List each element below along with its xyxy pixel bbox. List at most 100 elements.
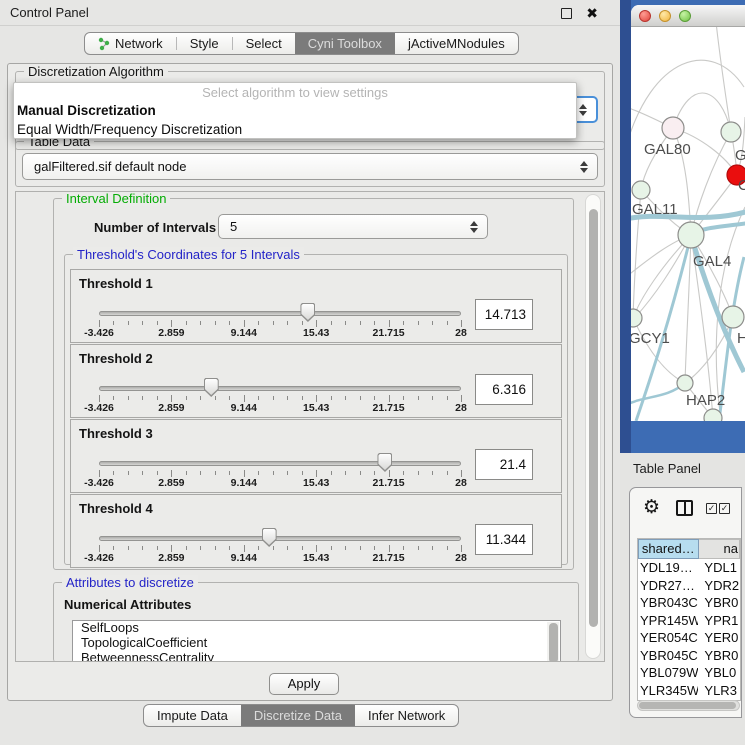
tab-select[interactable]: Select xyxy=(233,33,295,54)
control-panel-titlebar: Control Panel ✖ xyxy=(0,0,620,26)
node-label-partial-ga: GA xyxy=(735,147,745,164)
slider-track[interactable] xyxy=(99,311,461,316)
tab-label: Style xyxy=(190,33,219,54)
tick-label: 21.715 xyxy=(373,552,405,564)
tab-discretize-data[interactable]: Discretize Data xyxy=(241,705,355,726)
node-attribute-table[interactable]: shared… na YDL19…YDL1YDR27…YDR2YBR043CYB… xyxy=(637,538,741,701)
tick-label: 28 xyxy=(455,477,467,489)
checkbox-icon[interactable]: ✓ xyxy=(706,503,717,514)
node-h[interactable] xyxy=(722,306,744,328)
bottom-tab-strip: Impute DataDiscretize Data Infer Network xyxy=(143,704,459,727)
number-of-intervals-combobox[interactable]: 5 xyxy=(218,214,488,239)
algorithm-dropdown-popup: Select algorithm to view settings Manual… xyxy=(13,82,577,139)
threshold-value-field[interactable]: 14.713 xyxy=(475,299,533,330)
cell-shared-name: YDL19… xyxy=(638,559,698,577)
tick-label: -3.426 xyxy=(84,402,114,414)
attributes-group-label: Attributes to discretize xyxy=(62,575,198,590)
discretization-algorithm-label: Discretization Algorithm xyxy=(24,64,168,79)
tick-label: 15.43 xyxy=(303,477,329,489)
tick-label: -3.426 xyxy=(84,552,114,564)
cell-shared-name: YER054C xyxy=(638,629,698,647)
threshold-value-field[interactable]: 11.344 xyxy=(475,524,533,555)
node-hap2[interactable] xyxy=(677,375,693,391)
column-header-shared-name[interactable]: shared… xyxy=(638,539,699,559)
table-row[interactable]: YDL19…YDL1 xyxy=(638,559,740,577)
node-label-gal4: GAL4 xyxy=(693,253,731,270)
combo-stepper-icon xyxy=(579,104,588,116)
attributes-scrollbar[interactable] xyxy=(547,622,559,662)
float-window-icon[interactable] xyxy=(561,8,572,19)
settings-scroll-panel: Interval Definition Number of Intervals … xyxy=(15,191,605,662)
node-partial-top[interactable] xyxy=(721,122,741,142)
node-gal11[interactable] xyxy=(632,181,650,199)
cell-shared-name: YBR045C xyxy=(638,647,698,665)
table-rows: YDL19…YDL1YDR27…YDR2YBR043CYBR0YPR145WYP… xyxy=(638,559,740,701)
threshold-value-field[interactable]: 21.4 xyxy=(475,449,533,480)
table-row[interactable]: YPR145WYPR1 xyxy=(638,612,740,630)
table-data-combobox[interactable]: galFiltered.sif default node xyxy=(22,153,598,180)
gear-icon[interactable]: ⚙ xyxy=(643,497,660,519)
threshold-4-panel: Threshold 4-3.4262.8599.14415.4321.71528… xyxy=(70,494,562,568)
node-gal4[interactable] xyxy=(678,222,704,248)
table-row[interactable]: YBL079WYBL0 xyxy=(638,664,740,682)
attribute-item[interactable]: TopologicalCoefficient xyxy=(73,636,560,651)
close-icon[interactable]: ✖ xyxy=(586,4,598,22)
dropdown-item-manual[interactable]: Manual Discretization xyxy=(14,101,576,120)
tab-impute-data[interactable]: Impute Data xyxy=(144,705,241,726)
table-data-value: galFiltered.sif default node xyxy=(34,159,186,174)
tick-label: 28 xyxy=(455,402,467,414)
tab-style[interactable]: Style xyxy=(177,33,232,54)
table-horizontal-scrollbar[interactable] xyxy=(637,700,740,711)
slider-track[interactable] xyxy=(99,386,461,391)
table-row[interactable]: YDR27…YDR2 xyxy=(638,577,740,595)
slider-track[interactable] xyxy=(99,536,461,541)
minimize-traffic-light-icon[interactable] xyxy=(659,10,671,22)
tab-jactivemnodules[interactable]: jActiveMNodules xyxy=(395,33,518,54)
panel-title: Control Panel xyxy=(10,0,89,26)
table-panel-window: ⚙ ✓ ✓ shared… na YDL19…YDL1YDR27…YDR2YBR… xyxy=(629,487,742,718)
tab-cyni-toolbox[interactable]: Cyni Toolbox xyxy=(295,33,395,54)
table-header-row: shared… na xyxy=(638,539,740,559)
slider-track[interactable] xyxy=(99,461,461,466)
zoom-traffic-light-icon[interactable] xyxy=(679,10,691,22)
attribute-item[interactable]: BetweennessCentrality xyxy=(73,651,560,662)
cell-name: YBL0 xyxy=(698,664,740,682)
table-data-group: Table Data galFiltered.sif default node xyxy=(15,141,605,187)
threshold-label: Threshold 4 xyxy=(79,501,153,516)
numerical-attributes-list[interactable]: SelfLoopsTopologicalCoefficientBetweenne… xyxy=(72,620,561,662)
threshold-3-panel: Threshold 3-3.4262.8599.14415.4321.71528… xyxy=(70,419,562,493)
close-traffic-light-icon[interactable] xyxy=(639,10,651,22)
node-bottom[interactable] xyxy=(704,409,722,421)
dropdown-item-equal-width[interactable]: Equal Width/Frequency Discretization xyxy=(14,120,576,139)
thresholds-group-label: Threshold's Coordinates for 5 Intervals xyxy=(73,247,304,262)
network-window-titlebar xyxy=(631,5,745,27)
tick-label: 2.859 xyxy=(158,402,184,414)
cell-name: YLR3 xyxy=(698,682,740,700)
table-row[interactable]: YLR345WYLR3 xyxy=(638,682,740,700)
network-canvas[interactable]: GAL80 GA C GAL11 GAL4 GCY1 H HAP2 xyxy=(631,27,745,421)
table-row[interactable]: YER054CYER0 xyxy=(638,629,740,647)
split-columns-icon[interactable] xyxy=(676,500,693,516)
threshold-2-panel: Threshold 2-3.4262.8599.14415.4321.71528… xyxy=(70,344,562,418)
tick-label: 15.43 xyxy=(303,327,329,339)
attribute-item[interactable]: SelfLoops xyxy=(73,621,560,636)
tick-label: -3.426 xyxy=(84,327,114,339)
threshold-value-field[interactable]: 6.316 xyxy=(475,374,533,405)
numerical-attributes-label: Numerical Attributes xyxy=(64,597,191,612)
tab-network[interactable]: Network xyxy=(85,33,176,54)
tab-label: Select xyxy=(246,33,282,54)
table-row[interactable]: YBR043CYBR0 xyxy=(638,594,740,612)
cell-shared-name: YBL079W xyxy=(638,664,698,682)
apply-button[interactable]: Apply xyxy=(269,673,339,695)
cell-name: YPR1 xyxy=(698,612,740,630)
cell-name: YDR2 xyxy=(698,577,740,595)
node-gal80[interactable] xyxy=(662,117,684,139)
panel-vertical-scrollbar[interactable] xyxy=(585,194,601,659)
network-view-window: GAL80 GA C GAL11 GAL4 GCY1 H HAP2 xyxy=(631,5,745,421)
tab-infer-network[interactable]: Infer Network xyxy=(355,705,458,726)
column-header-name[interactable]: na xyxy=(699,539,740,559)
tab-label: Infer Network xyxy=(368,705,445,726)
checkbox-icon[interactable]: ✓ xyxy=(719,503,730,514)
cell-shared-name: YDR27… xyxy=(638,577,698,595)
table-row[interactable]: YBR045CYBR0 xyxy=(638,647,740,665)
